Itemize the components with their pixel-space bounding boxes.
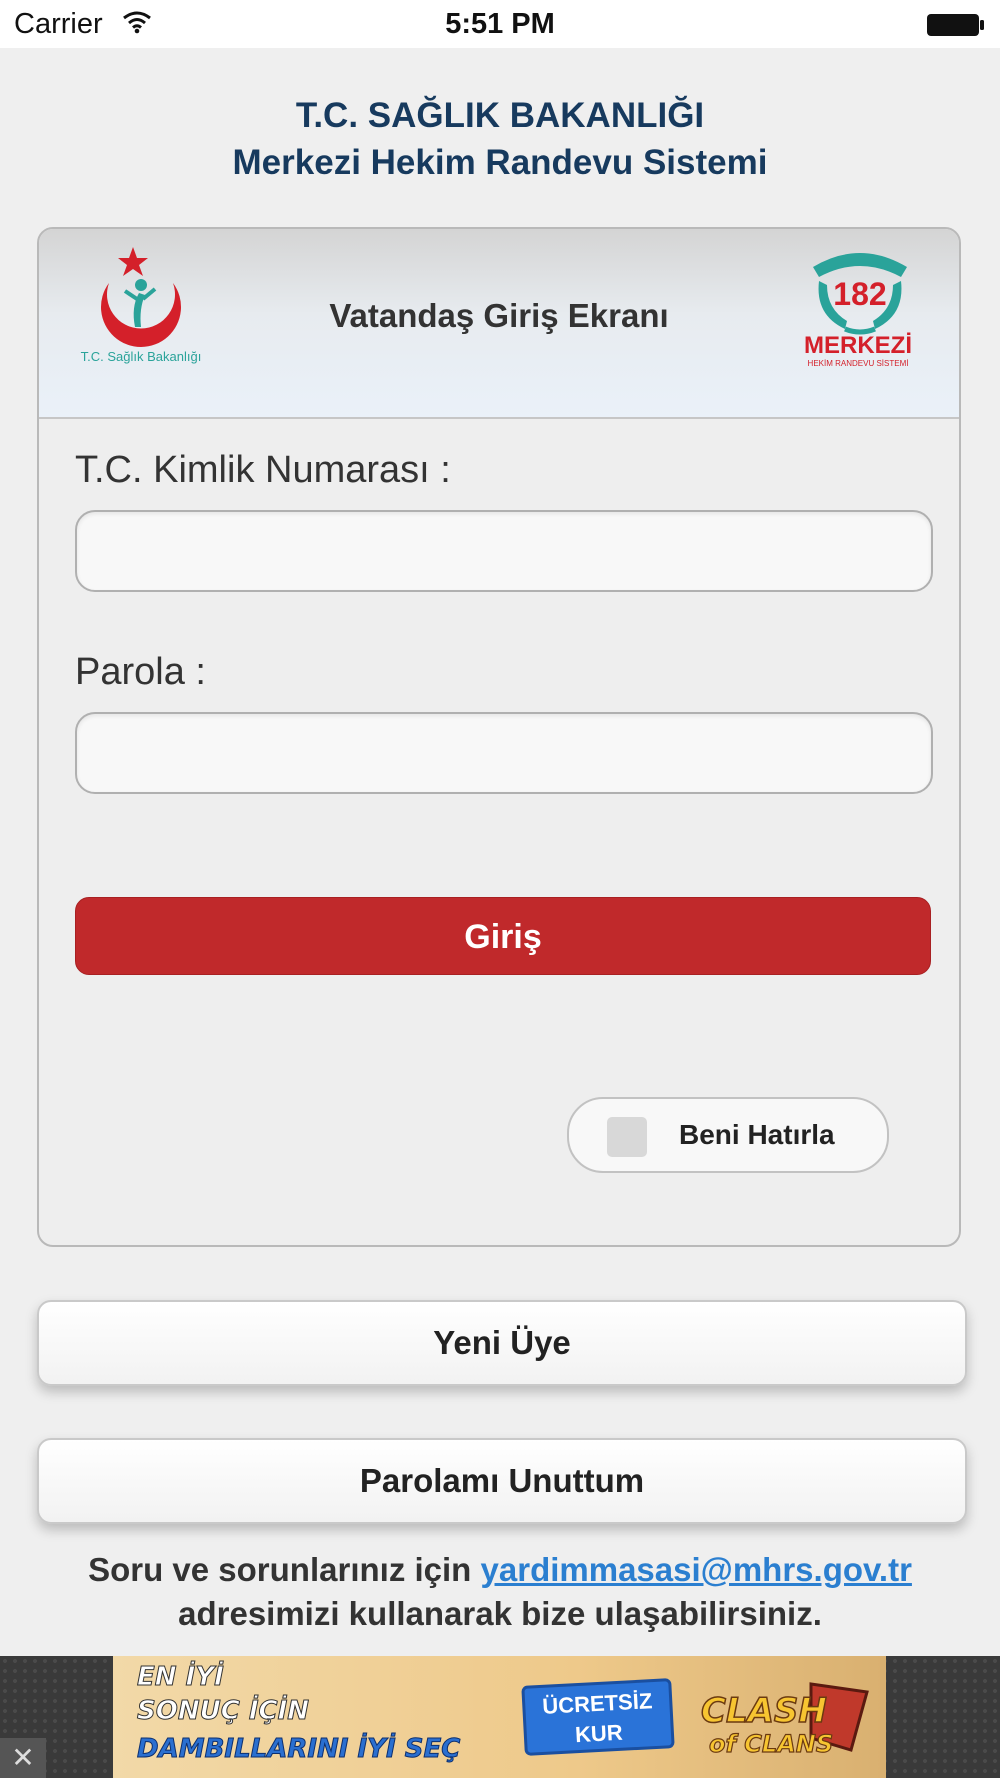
clock: 5:51 PM xyxy=(445,8,555,40)
contact-info: Soru ve sorunlarınız için yardimmasasi@m… xyxy=(0,1548,1000,1636)
tc-number-input[interactable] xyxy=(75,510,933,592)
page-header: T.C. SAĞLIK BAKANLIĞI Merkezi Hekim Rand… xyxy=(0,92,1000,186)
mhrs-182-logo: 182 MERKEZİ HEKİM RANDEVU SİSTEMİ xyxy=(804,245,915,375)
login-card: T.C. Sağlık Bakanlığı Vatandaş Giriş Ekr… xyxy=(37,227,961,1247)
contact-suffix: adresimizi kullanarak bize ulaşabilirsin… xyxy=(178,1595,822,1632)
password-input[interactable] xyxy=(75,712,933,794)
remember-me-toggle[interactable]: Beni Hatırla xyxy=(567,1097,889,1173)
login-card-header: T.C. Sağlık Bakanlığı Vatandaş Giriş Ekr… xyxy=(39,229,959,419)
remember-me-label: Beni Hatırla xyxy=(679,1119,835,1150)
remember-me-checkbox[interactable] xyxy=(607,1117,647,1157)
password-label: Parola : xyxy=(75,651,206,693)
ad-banner[interactable]: EN İYİ SONUÇ İÇİN DAMBILLARINI İYİ SEÇ Ü… xyxy=(113,1656,886,1778)
status-bar: Carrier 5:51 PM xyxy=(0,0,1000,48)
game-logo-line-2: of CLANS xyxy=(709,1730,833,1758)
battery-icon xyxy=(926,12,986,43)
mhrs-logo-name: MERKEZİ xyxy=(805,332,912,359)
ad-headline-2: SONUÇ İÇİN xyxy=(136,1696,310,1727)
new-member-button[interactable]: Yeni Üye xyxy=(37,1300,967,1386)
ad-close-icon[interactable]: ✕ xyxy=(0,1738,46,1778)
ad-install-button[interactable]: ÜCRETSİZ KUR xyxy=(521,1678,675,1756)
forgot-password-button[interactable]: Parolamı Unuttum xyxy=(37,1438,967,1524)
mhrs-logo-subtitle: HEKİM RANDEVU SİSTEMİ xyxy=(808,359,909,368)
ad-headline-3: DAMBILLARINI İYİ SEÇ xyxy=(136,1734,461,1765)
contact-prefix: Soru ve sorunlarınız için xyxy=(88,1551,472,1588)
login-button[interactable]: Giriş xyxy=(75,897,931,975)
ministry-title: T.C. SAĞLIK BAKANLIĞI xyxy=(295,96,705,135)
contact-line-1: Soru ve sorunlarınız için yardimmasasi@m… xyxy=(0,1548,1000,1592)
support-email-link[interactable]: yardimmasasi@mhrs.gov.tr xyxy=(481,1551,912,1588)
tc-number-label: T.C. Kimlik Numarası : xyxy=(75,449,451,491)
phone-182-icon: 182 MERKEZİ HEKİM RANDEVU SİSTEMİ xyxy=(804,253,912,368)
ministry-logo-text: T.C. Sağlık Bakanlığı xyxy=(81,349,202,364)
ad-headline-1: EN İYİ xyxy=(137,1662,225,1693)
system-title: Merkezi Hekim Randevu Sistemi xyxy=(232,143,768,182)
game-logo: CLASH of CLANS xyxy=(691,1678,871,1759)
game-logo-line-1: CLASH xyxy=(701,1691,827,1731)
mhrs-logo-number: 182 xyxy=(833,276,886,312)
